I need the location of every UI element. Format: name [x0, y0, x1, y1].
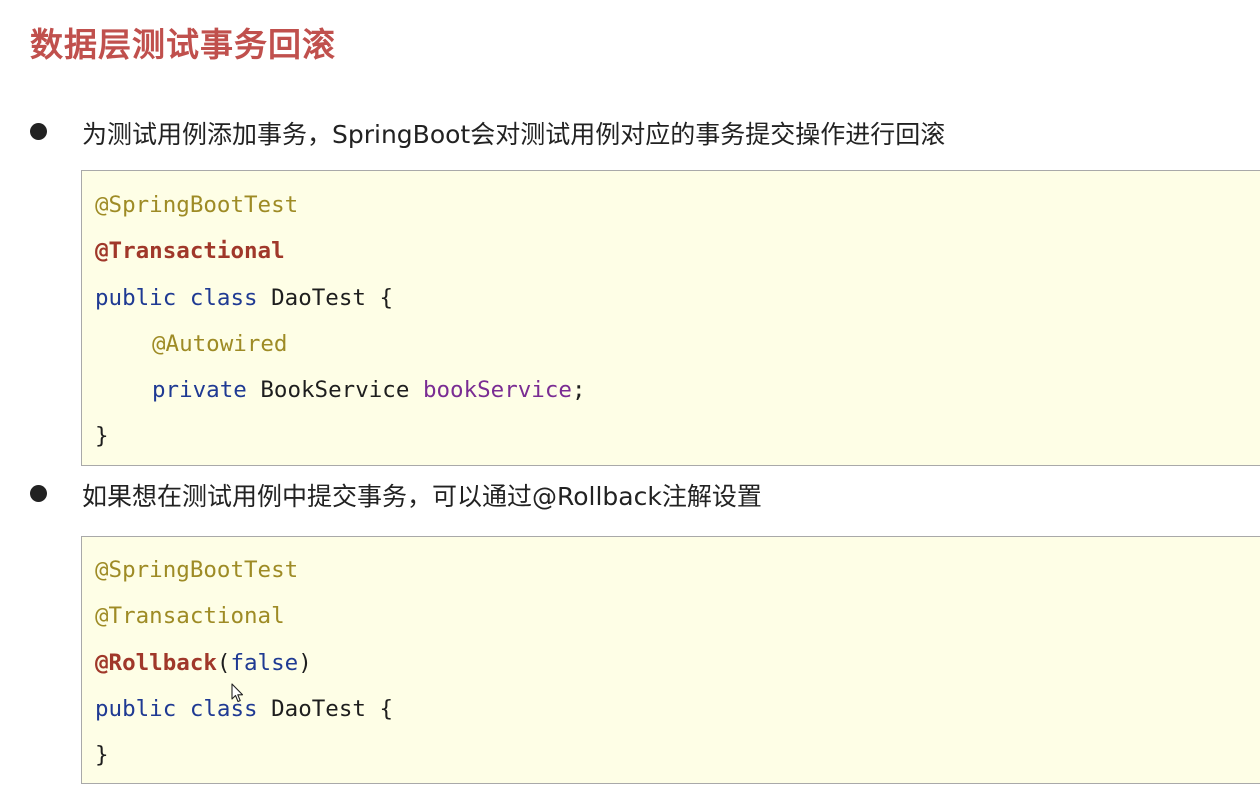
annotation-rollback: @Rollback — [95, 650, 217, 676]
open-paren: ( — [216, 650, 231, 676]
code-line: @Transactional — [95, 235, 285, 267]
close-brace: } — [95, 423, 109, 449]
annotation-springboottest: @SpringBootTest — [95, 557, 299, 583]
annotation-springboottest: @SpringBootTest — [95, 192, 299, 218]
code-line: } — [95, 739, 109, 771]
class-name: DaoTest — [271, 285, 366, 311]
code-line: @SpringBootTest — [95, 554, 298, 586]
keyword-private: private — [152, 377, 247, 403]
code-block-rollback: @SpringBootTest @Transactional @Rollback… — [81, 536, 1260, 784]
open-brace: { — [379, 696, 394, 722]
mouse-pointer-icon — [231, 683, 244, 703]
annotation-autowired: @Autowired — [152, 331, 288, 357]
bullet-dot-icon — [30, 485, 47, 502]
keyword-class: class — [189, 285, 258, 311]
code-line: @Autowired — [152, 328, 287, 360]
bullet-text-rollback: 如果想在测试用例中提交事务，可以通过@Rollback注解设置 — [82, 482, 762, 511]
bullet-text-add-transaction: 为测试用例添加事务，SpringBoot会对测试用例对应的事务提交操作进行回滚 — [82, 120, 946, 149]
code-line: } — [95, 420, 109, 452]
code-line: @SpringBootTest — [95, 189, 298, 221]
page-title: 数据层测试事务回滚 — [30, 25, 336, 64]
keyword-public: public — [95, 285, 177, 311]
annotation-transactional: @Transactional — [95, 603, 285, 629]
annotation-transactional: @Transactional — [95, 238, 285, 264]
code-line: public class DaoTest { — [95, 282, 393, 314]
class-name: DaoTest — [271, 696, 366, 722]
keyword-false: false — [230, 650, 299, 676]
code-line: @Transactional — [95, 600, 285, 632]
code-line: @Rollback(false) — [95, 647, 312, 679]
open-brace: { — [379, 285, 394, 311]
bullet-dot-icon — [30, 123, 47, 140]
semicolon: ; — [571, 377, 586, 403]
keyword-public: public — [95, 696, 177, 722]
close-paren: ) — [298, 650, 312, 676]
close-brace: } — [95, 742, 109, 768]
field-name: bookService — [422, 377, 572, 403]
keyword-class: class — [189, 696, 258, 722]
code-line: private BookService bookService; — [152, 374, 586, 406]
code-block-transactional: @SpringBootTest @Transactional public cl… — [81, 170, 1260, 466]
type-name: BookService — [260, 377, 410, 403]
